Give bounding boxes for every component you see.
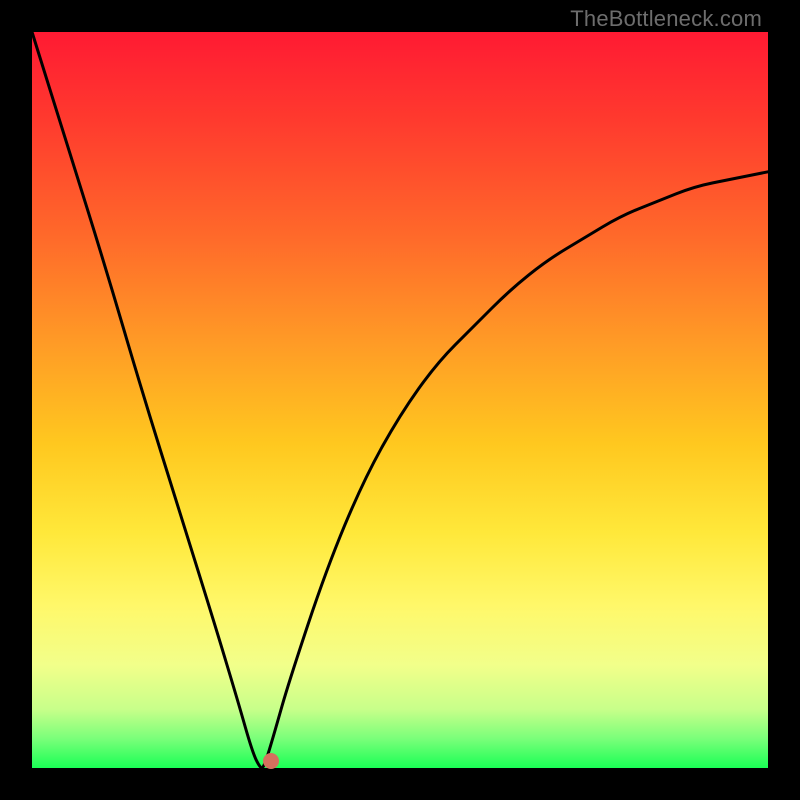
watermark-text: TheBottleneck.com: [570, 6, 762, 32]
chart-frame: TheBottleneck.com: [0, 0, 800, 800]
curve-svg: [32, 32, 768, 768]
plot-area: [32, 32, 768, 768]
optimal-point-marker: [263, 753, 279, 769]
bottleneck-curve: [32, 32, 768, 768]
